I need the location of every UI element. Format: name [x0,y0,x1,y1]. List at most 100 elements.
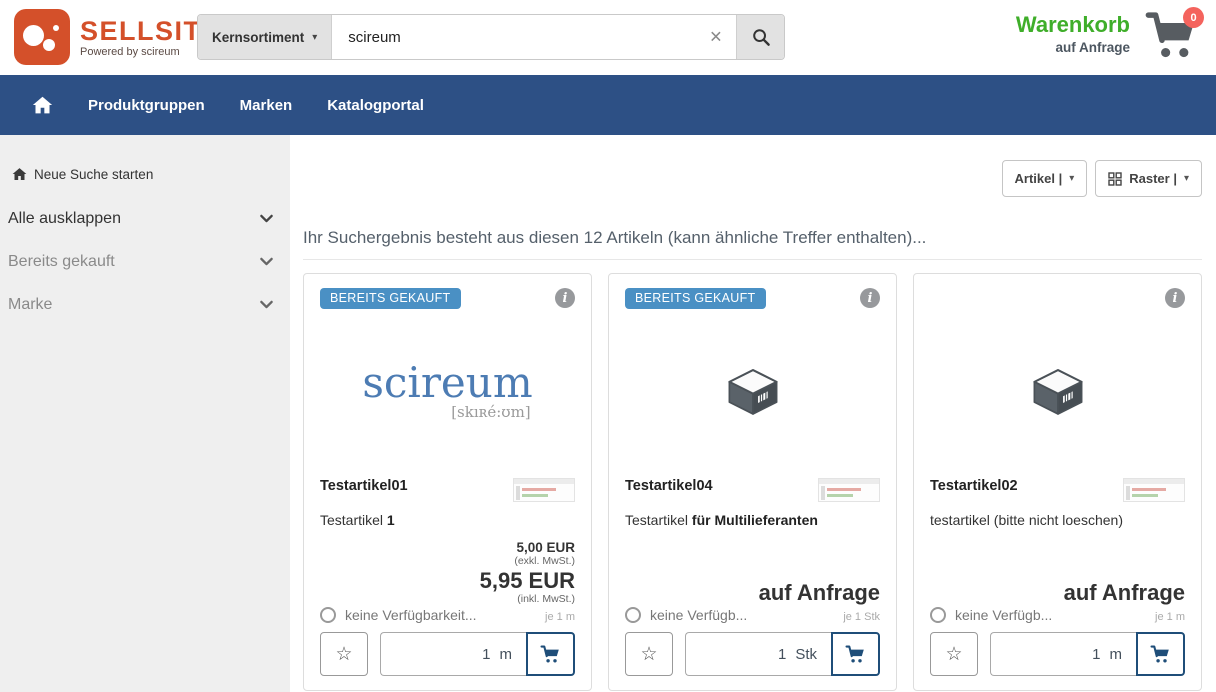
caret-down-icon: ▾ [1069,173,1074,184]
product-image[interactable] [625,316,880,468]
quantity-group: 1 Stk [685,632,880,676]
price-block: auf Anfrage [930,581,1185,605]
home-icon [12,167,27,181]
info-icon[interactable]: i [1165,288,1185,308]
main-nav: Produktgruppen Marken Katalogportal [0,75,1216,135]
sidebar-expand-all[interactable]: Alle ausklappen [0,197,290,240]
card-top: BEREITS GEKAUFT i [320,288,575,312]
product-subtitle: Testartikel 1 [320,512,575,528]
package-box-icon [1031,368,1085,416]
sidebar-new-search-label: Neue Suche starten [34,167,153,182]
product-card[interactable]: i Testartikel02 [913,273,1202,691]
quantity-value: 1 [778,646,786,663]
quantity-input[interactable]: 1 m [380,632,526,676]
layout-mode-dropdown[interactable]: Raster | ▾ [1095,160,1202,197]
price-block: 5,00 EUR (exkl. MwSt.) 5,95 EUR (inkl. M… [320,540,575,605]
cart[interactable]: Warenkorb auf Anfrage 0 [1016,11,1202,63]
unit-note: je 1 Stk [843,611,880,623]
favorite-button[interactable]: ☆ [625,632,673,676]
price-excl: 5,00 EUR [320,540,575,555]
quantity-value: 1 [482,646,490,663]
subtitle-highlight: 1 [387,512,395,528]
product-subtitle: Testartikel für Multilieferanten [625,512,880,528]
product-thumbnail[interactable] [513,478,575,502]
sellsite-logo[interactable]: SELLSITE Powered by scireum [14,9,221,65]
clear-search-icon[interactable]: × [710,27,722,48]
availability-text: keine Verfügbarkeit... [345,607,477,623]
view-mode-label: Artikel | [1015,171,1063,186]
unit-note: je 1 m [545,611,575,623]
nav-item-marken[interactable]: Marken [240,97,293,114]
view-mode-dropdown[interactable]: Artikel | ▾ [1002,160,1088,197]
product-title: Testartikel01 [320,478,408,494]
scireum-wordmark: scireum [362,363,532,403]
price-on-request: auf Anfrage [625,581,880,605]
product-card[interactable]: BEREITS GEKAUFT i scireum [skıʀé:ʊm] Tes… [303,273,592,691]
search-bar: Kernsortiment ▾ × [197,14,785,60]
search-scope-dropdown[interactable]: Kernsortiment ▾ [198,15,332,59]
search-input[interactable] [332,15,736,59]
add-to-cart-button[interactable] [1136,632,1185,676]
home-link[interactable] [32,95,53,115]
search-button[interactable] [736,15,784,59]
quantity-unit: m [500,646,513,663]
page: SELLSITE Powered by scireum Kernsortimen… [0,0,1216,692]
product-image[interactable] [930,316,1185,468]
cart-title: Warenkorb [1016,13,1130,37]
availability: keine Verfügb... [625,607,747,623]
cart-text: Warenkorb auf Anfrage [1016,11,1130,55]
sidebar-new-search[interactable]: Neue Suche starten [0,159,290,189]
product-subtitle: testartikel (bitte nicht loeschen) [930,512,1185,528]
availability-status-icon [320,607,336,623]
caret-down-icon: ▾ [1184,173,1189,184]
already-bought-badge: BEREITS GEKAUFT [320,288,461,309]
cart-icon [1150,645,1171,664]
availability: keine Verfügb... [930,607,1052,623]
subtitle-text: Testartikel [320,512,387,528]
cart-icon [845,645,866,664]
nav-item-produktgruppen[interactable]: Produktgruppen [88,97,205,114]
availability-text: keine Verfügb... [955,607,1052,623]
info-icon[interactable]: i [860,288,880,308]
quantity-group: 1 m [990,632,1185,676]
scireum-logo: scireum [skıʀé:ʊm] [362,363,532,421]
info-icon[interactable]: i [555,288,575,308]
card-actions: ☆ 1 m [320,632,575,676]
quantity-unit: Stk [795,646,817,663]
product-card[interactable]: BEREITS GEKAUFT i Testartik [608,273,897,691]
search-scope-label: Kernsortiment [212,30,304,45]
product-title: Testartikel02 [930,478,1018,494]
chevron-down-icon [259,297,274,312]
layout-mode-label: Raster | [1129,171,1177,186]
favorite-button[interactable]: ☆ [320,632,368,676]
star-icon: ☆ [335,643,352,666]
favorite-button[interactable]: ☆ [930,632,978,676]
sellsite-logo-icon [14,9,70,65]
cart-subtitle: auf Anfrage [1016,40,1130,55]
sidebar-filter-bereits-gekauft[interactable]: Bereits gekauft [0,240,290,283]
sidebar-filter-marke[interactable]: Marke [0,283,290,326]
product-thumbnail[interactable] [818,478,880,502]
magnifier-icon [751,27,771,47]
add-to-cart-button[interactable] [526,632,575,676]
header: SELLSITE Powered by scireum Kernsortimen… [0,0,1216,75]
card-top: i [930,288,1185,312]
availability: keine Verfügbarkeit... [320,607,477,623]
subtitle-highlight: für Multilieferanten [692,512,818,528]
sidebar-expand-all-label: Alle ausklappen [8,210,121,228]
product-image[interactable]: scireum [skıʀé:ʊm] [320,316,575,468]
quantity-input[interactable]: 1 m [990,632,1136,676]
nav-item-katalogportal[interactable]: Katalogportal [327,97,424,114]
sidebar-filter-label: Bereits gekauft [8,253,115,271]
product-thumbnail[interactable] [1123,478,1185,502]
home-icon [32,95,53,115]
results-toolbar: Artikel | ▾ Raster | ▾ [303,160,1202,197]
card-top: BEREITS GEKAUFT i [625,288,880,312]
results-divider [303,259,1202,260]
quantity-input[interactable]: 1 Stk [685,632,831,676]
chevron-down-icon [259,254,274,269]
results-summary: Ihr Suchergebnis besteht aus diesen 12 A… [303,228,1202,248]
availability-text: keine Verfügb... [650,607,747,623]
cart-count-badge: 0 [1183,7,1204,28]
add-to-cart-button[interactable] [831,632,880,676]
